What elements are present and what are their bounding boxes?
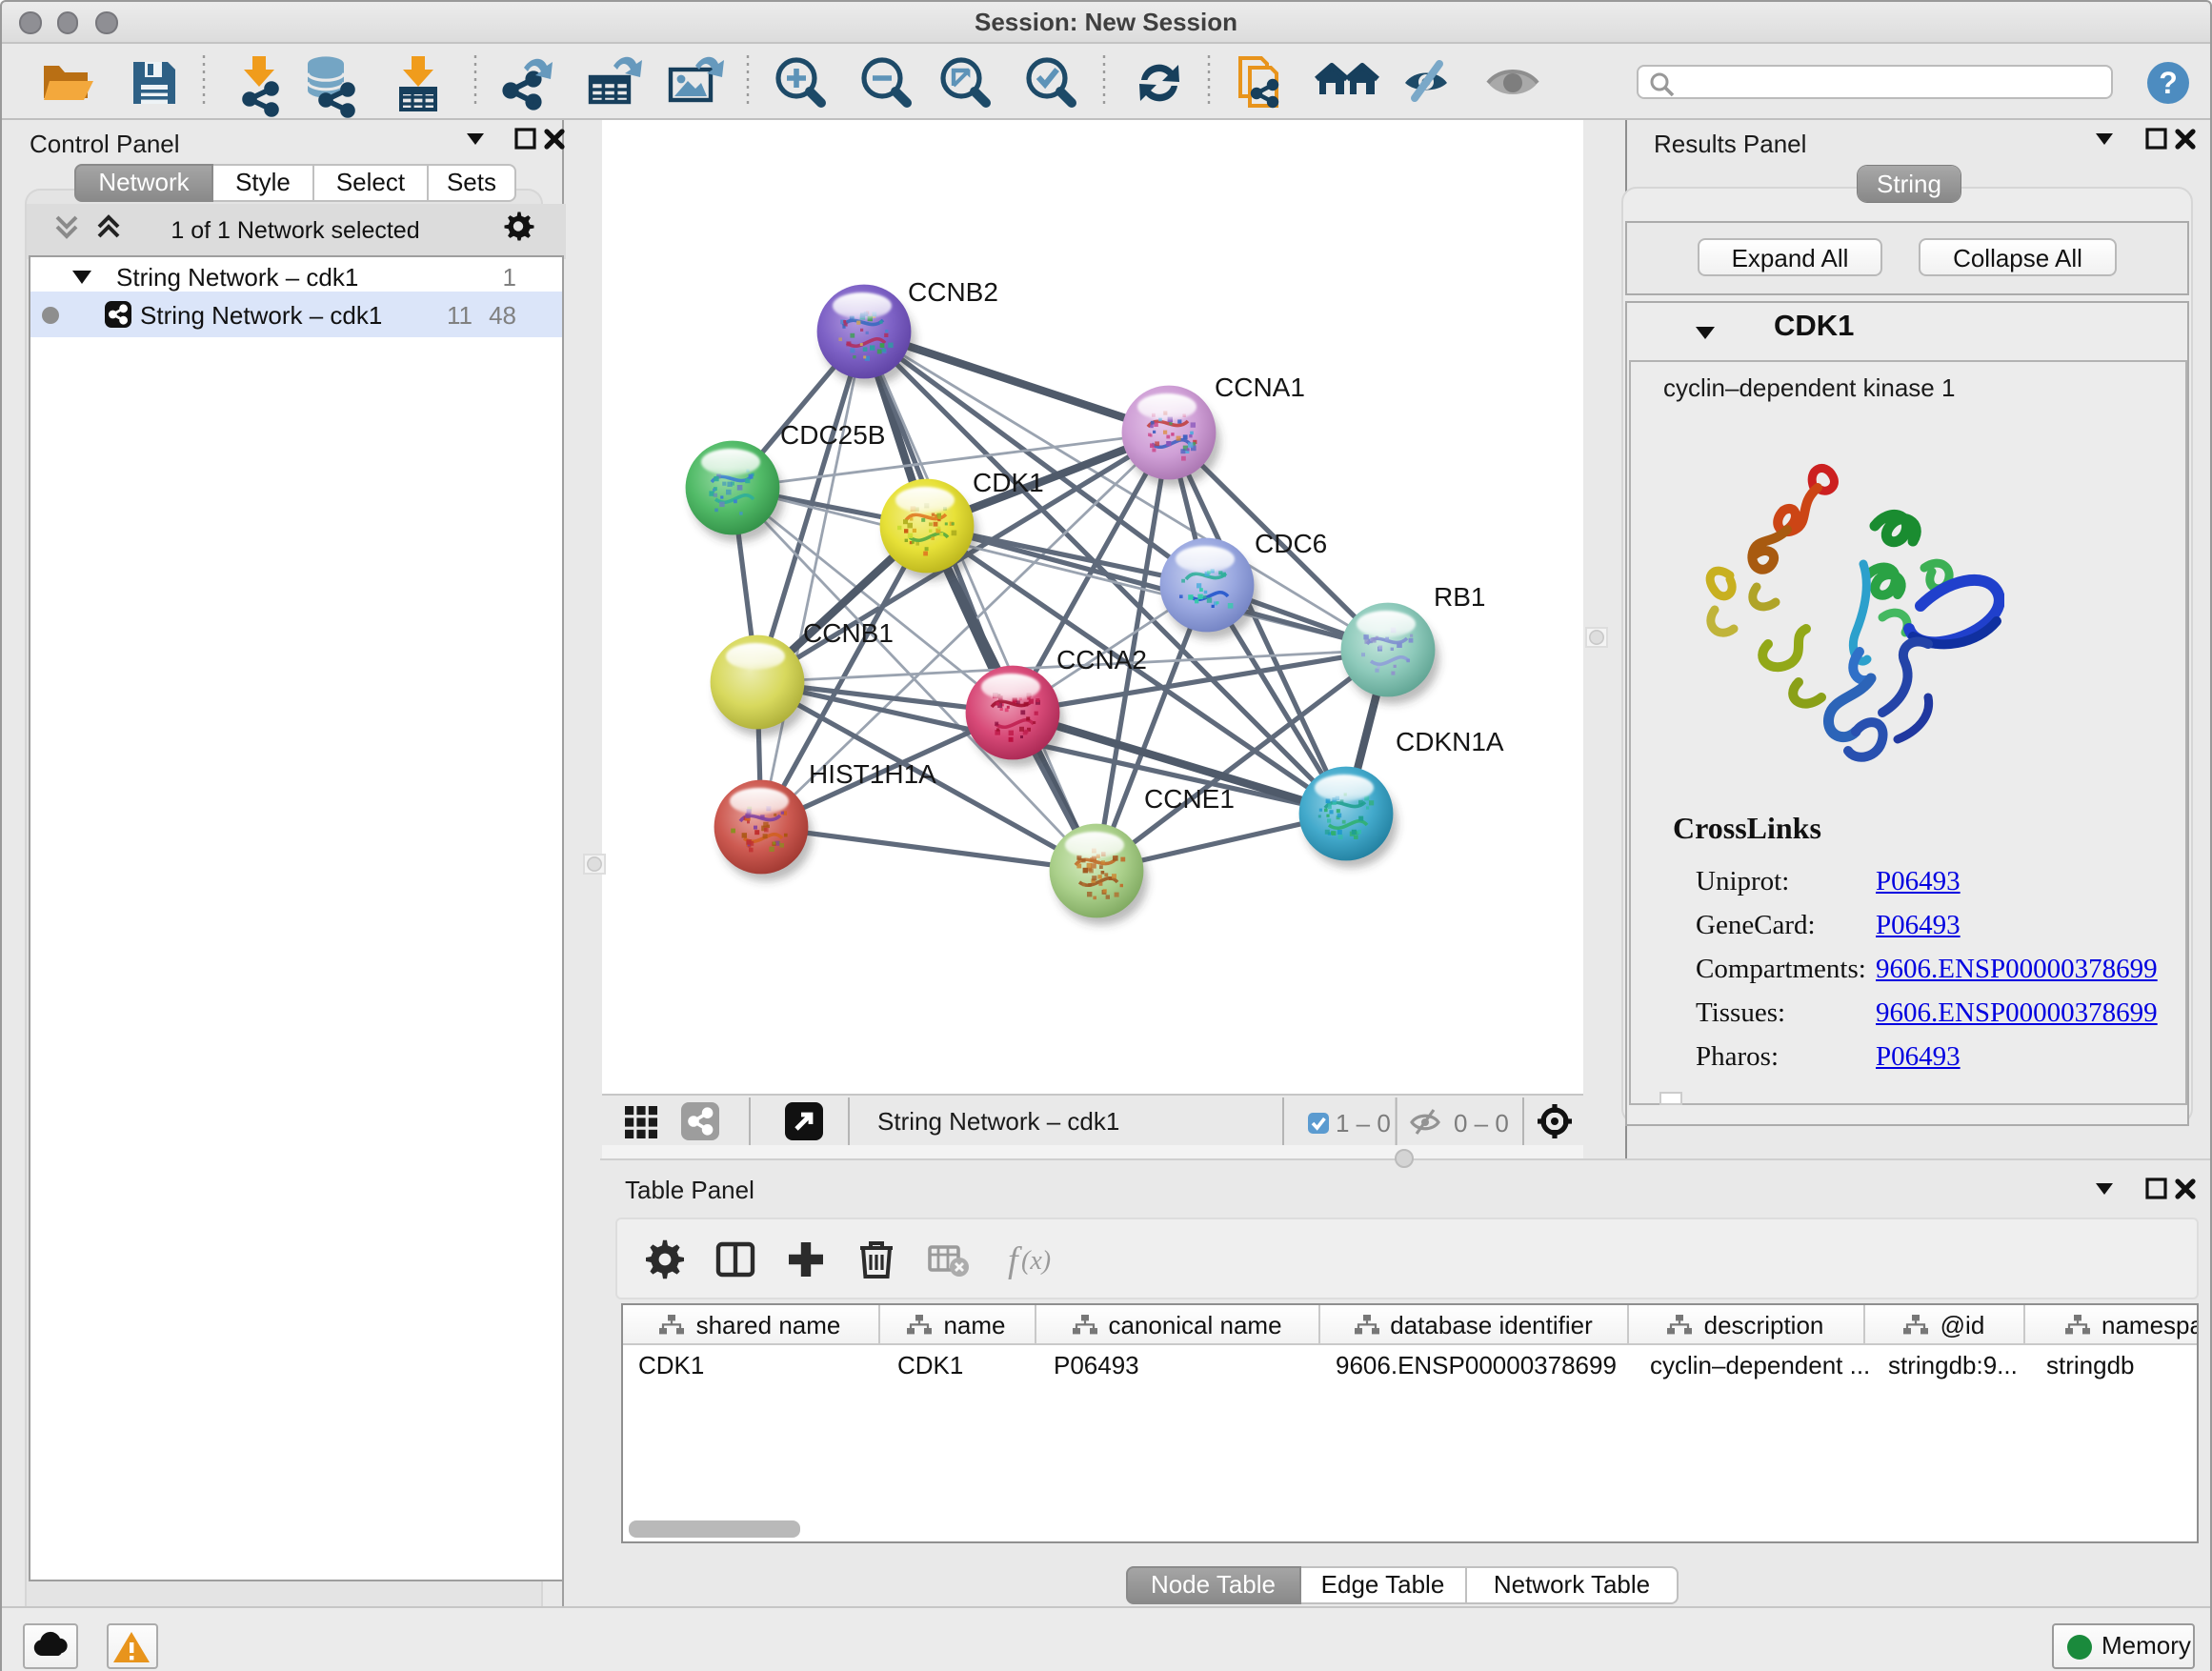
- svg-text:(x): (x): [1020, 1246, 1050, 1276]
- svg-text:1 – 0: 1 – 0: [1335, 1108, 1390, 1137]
- svg-text:CDK1: CDK1: [972, 468, 1043, 497]
- svg-text:CCNE1: CCNE1: [1143, 784, 1234, 814]
- svg-text:HIST1H1A: HIST1H1A: [808, 759, 935, 789]
- svg-text:?: ?: [2159, 66, 2178, 100]
- svg-text:CCNB1: CCNB1: [802, 618, 893, 648]
- svg-text:String Network – cdk1: String Network – cdk1: [876, 1106, 1118, 1135]
- svg-text:f: f: [1007, 1240, 1021, 1280]
- svg-text:CDC25B: CDC25B: [779, 420, 884, 450]
- svg-text:CCNA1: CCNA1: [1214, 372, 1304, 402]
- svg-text:RB1: RB1: [1433, 582, 1484, 612]
- svg-text:CDC6: CDC6: [1254, 529, 1326, 558]
- svg-text:CCNB2: CCNB2: [907, 277, 997, 307]
- svg-text:CDKN1A: CDKN1A: [1395, 727, 1503, 756]
- svg-text:0 – 0: 0 – 0: [1453, 1108, 1508, 1137]
- svg-text:CCNA2: CCNA2: [1056, 645, 1146, 674]
